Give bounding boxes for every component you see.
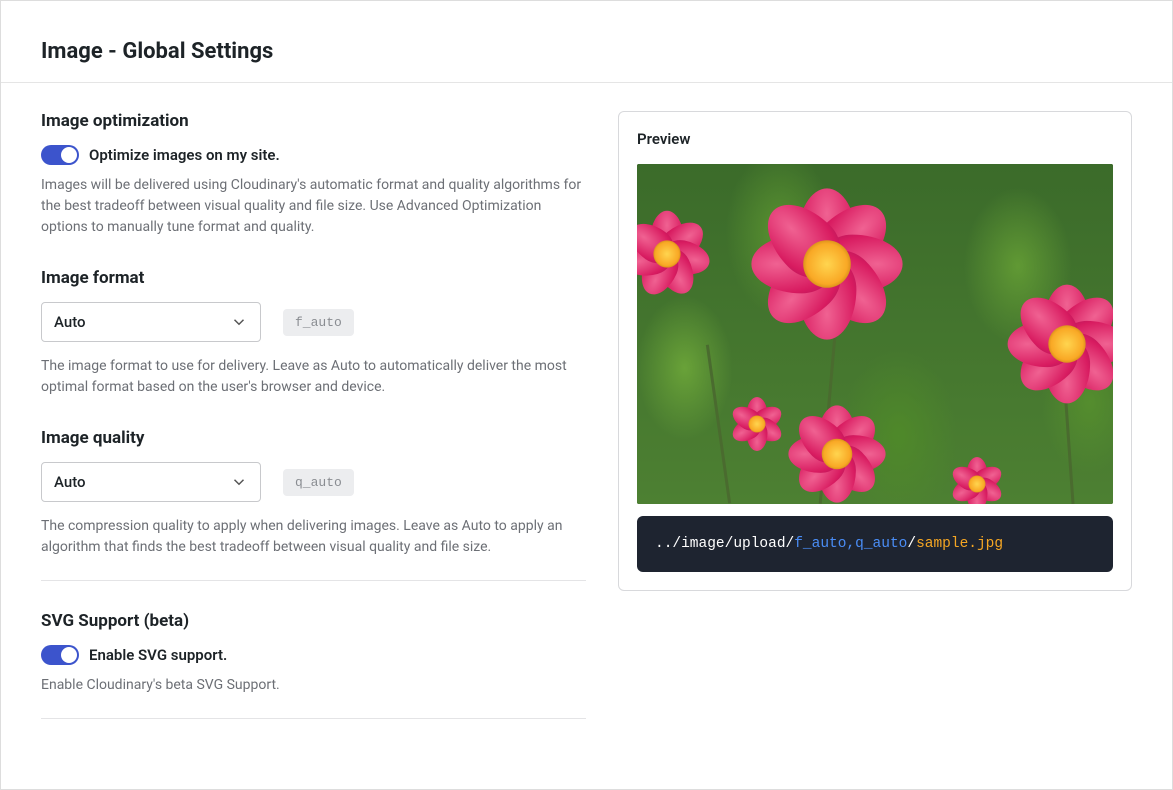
url-prefix: ../image/upload/ — [655, 536, 794, 552]
select-image-quality[interactable]: Auto — [41, 462, 261, 502]
url-file: sample.jpg — [916, 536, 1003, 552]
chevron-down-icon — [230, 473, 248, 491]
preview-url: ../image/upload/f_auto,q_auto/sample.jpg — [637, 516, 1113, 572]
select-value-format: Auto — [54, 313, 86, 331]
toggle-label-optimize: Optimize images on my site. — [89, 146, 280, 164]
tag-format: f_auto — [283, 309, 354, 336]
toggle-svg-support[interactable] — [41, 645, 79, 665]
desc-svg: Enable Cloudinary's beta SVG Support. — [41, 675, 586, 696]
tag-quality: q_auto — [283, 469, 354, 496]
toggle-optimize-images[interactable] — [41, 145, 79, 165]
url-sep: / — [907, 536, 916, 552]
desc-optimization: Images will be delivered using Cloudinar… — [41, 175, 586, 238]
section-title-optimization: Image optimization — [41, 111, 586, 131]
desc-format: The image format to use for delivery. Le… — [41, 356, 586, 398]
section-title-format: Image format — [41, 268, 586, 288]
select-value-quality: Auto — [54, 473, 86, 491]
url-params: f_auto,q_auto — [794, 536, 907, 552]
section-title-svg: SVG Support (beta) — [41, 611, 586, 631]
page-title: Image - Global Settings — [41, 39, 1132, 64]
preview-panel: Preview — [618, 111, 1132, 591]
toggle-label-svg: Enable SVG support. — [89, 646, 227, 664]
section-title-quality: Image quality — [41, 428, 586, 448]
preview-title: Preview — [637, 130, 1113, 148]
divider — [41, 718, 586, 719]
select-image-format[interactable]: Auto — [41, 302, 261, 342]
chevron-down-icon — [230, 313, 248, 331]
preview-image — [637, 164, 1113, 504]
desc-quality: The compression quality to apply when de… — [41, 516, 586, 558]
divider — [41, 580, 586, 581]
